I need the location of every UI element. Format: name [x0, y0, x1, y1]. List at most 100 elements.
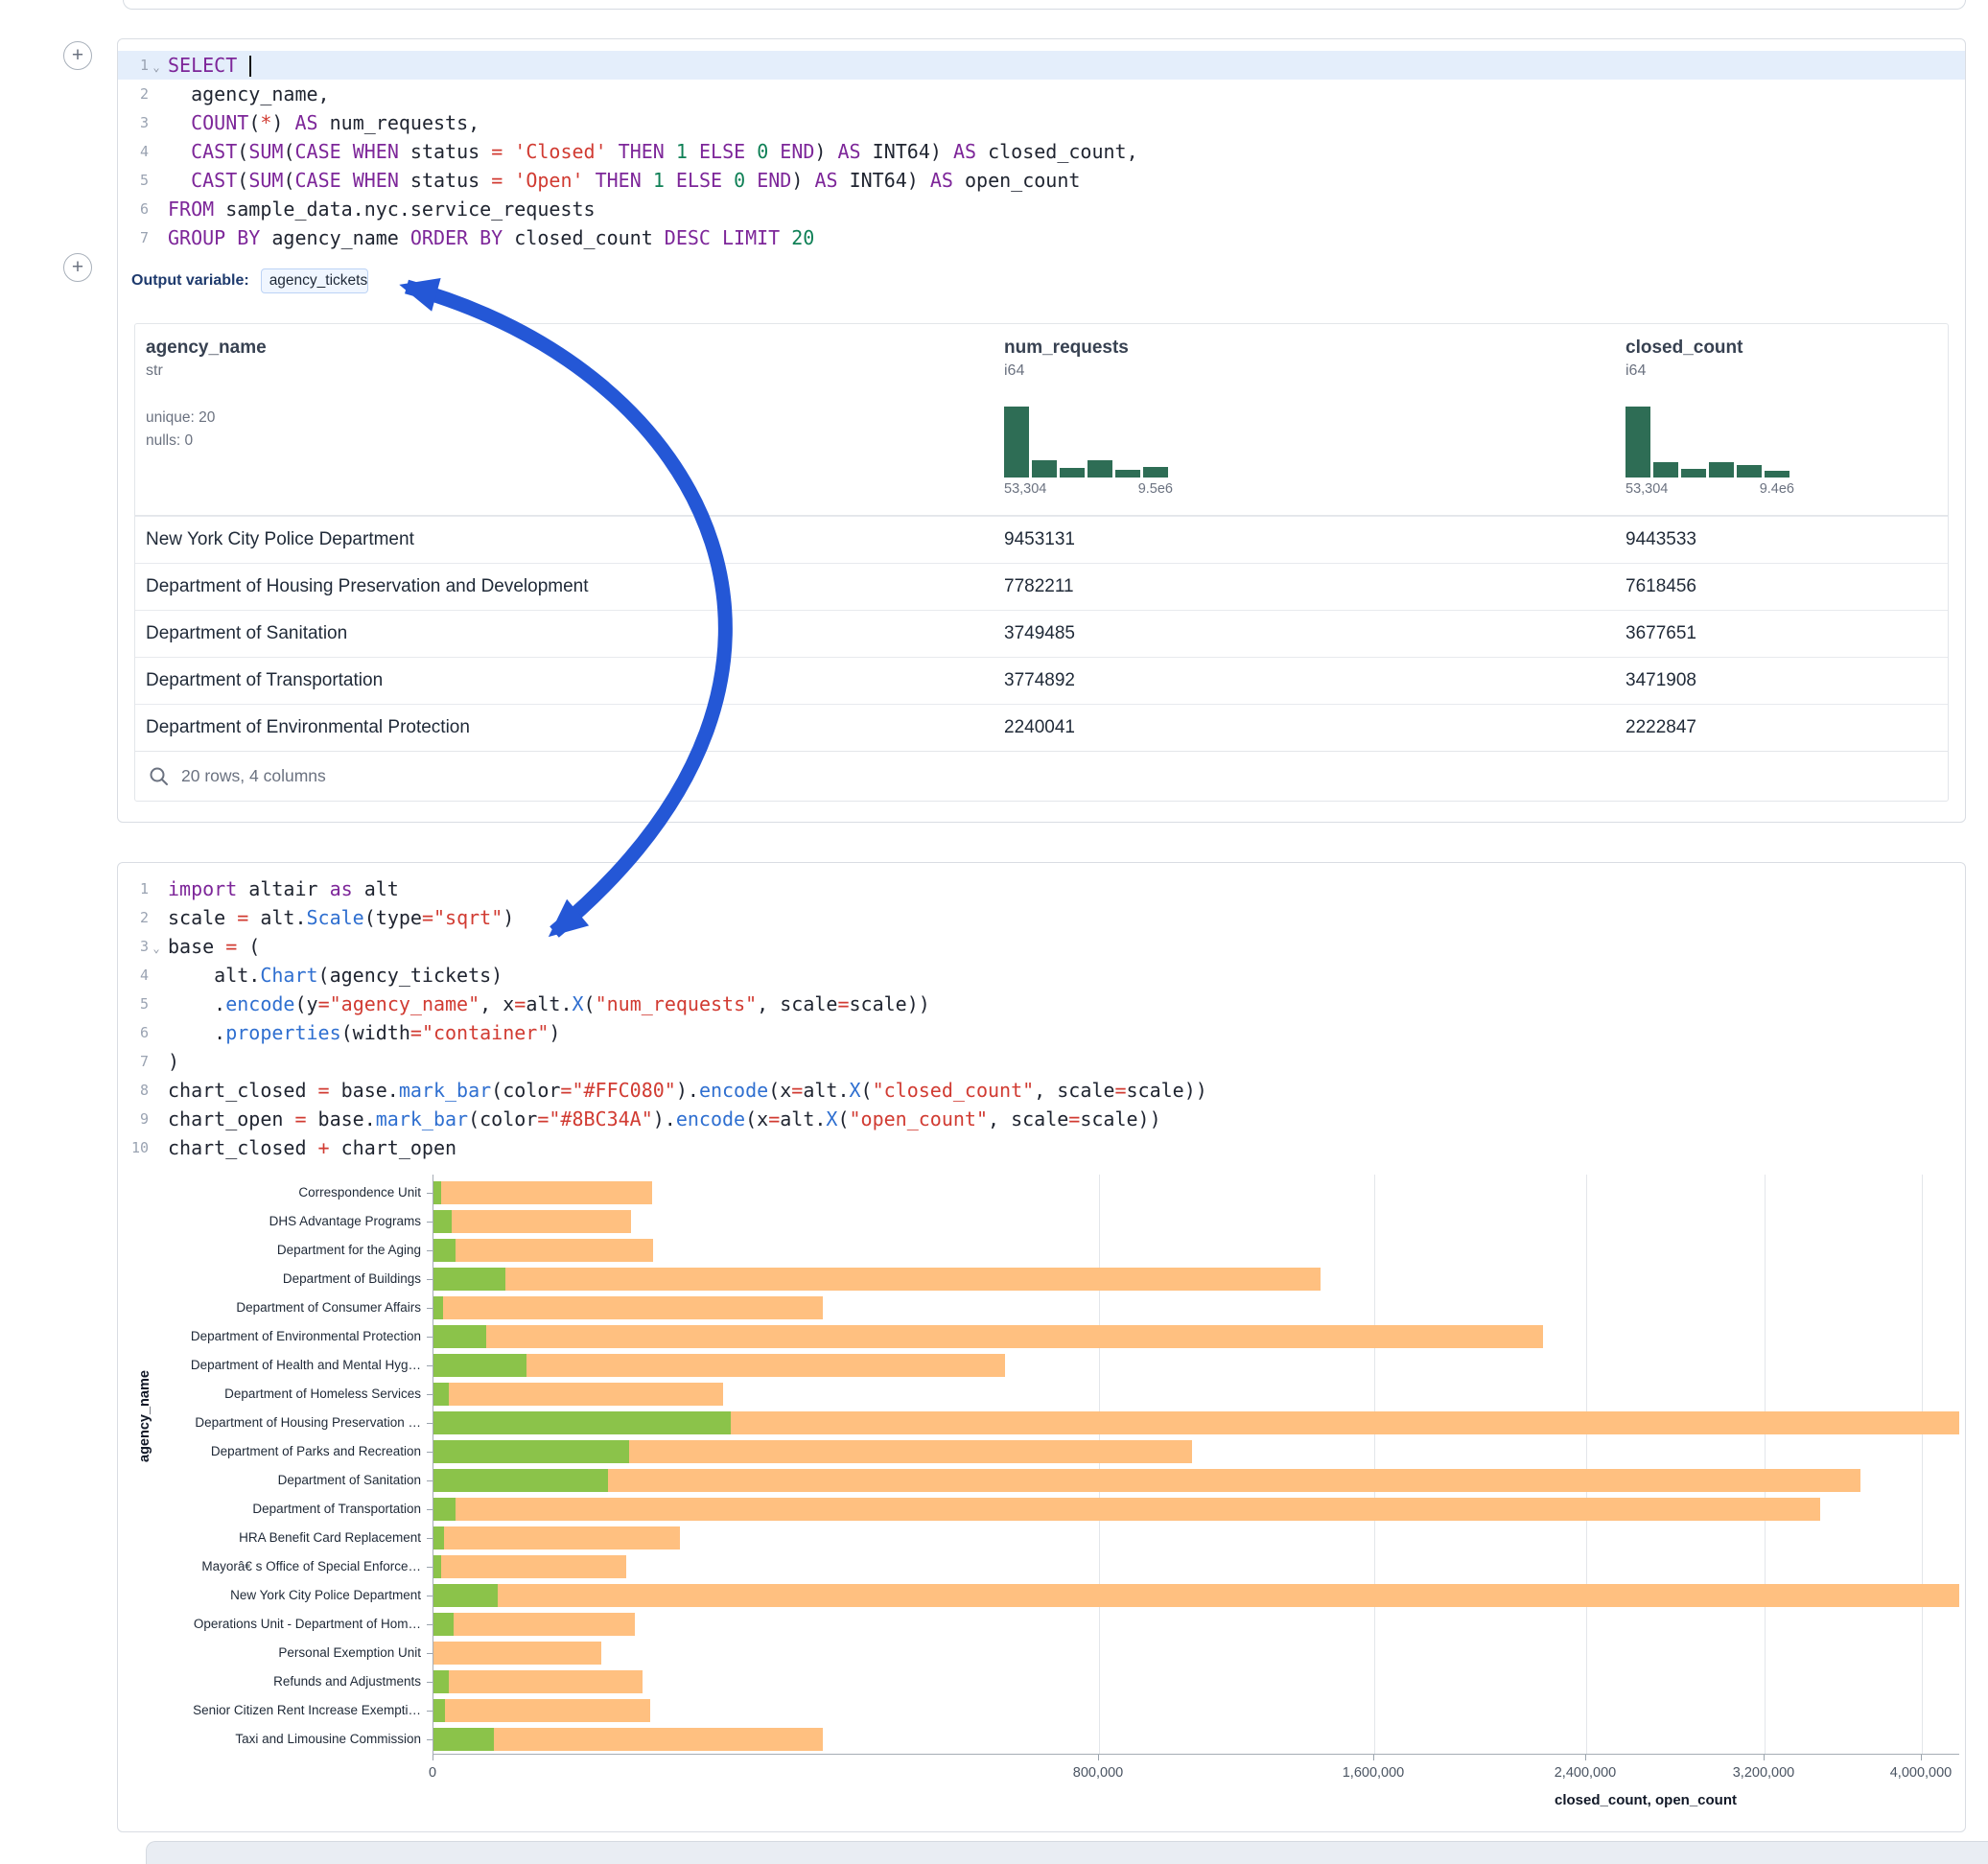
bar-closed [433, 1670, 643, 1693]
search-icon[interactable] [149, 766, 170, 787]
x-axis-tick-label: 2,400,000 [1518, 1765, 1652, 1781]
code-line[interactable]: 2 agency_name, [118, 80, 1965, 108]
column-header[interactable]: num_requestsi6453,3049.5e6 [994, 324, 1615, 515]
fold-spacer [149, 1060, 164, 1063]
code-line[interactable]: 7) [118, 1047, 1965, 1076]
y-axis-tick [427, 1682, 433, 1683]
histogram-bar [1709, 462, 1734, 478]
table-header: agency_namestrunique: 20nulls: 0num_requ… [135, 324, 1948, 516]
bar-closed [433, 1268, 1321, 1291]
histogram-labels: 53,3049.5e6 [1004, 481, 1173, 497]
code-line[interactable]: 7GROUP BY agency_name ORDER BY closed_co… [118, 223, 1965, 252]
python-code-editor[interactable]: 1import altair as alt2scale = alt.Scale(… [118, 874, 1965, 1162]
plot-area [433, 1175, 1959, 1754]
column-histogram: 53,3049.4e6 [1625, 407, 1794, 497]
column-header[interactable]: closed_counti6453,3049.4e6 [1615, 324, 1948, 515]
code-text: COUNT(*) AS num_requests, [168, 111, 479, 134]
y-axis-tick [427, 1365, 433, 1366]
python-cell: 1import altair as alt2scale = alt.Scale(… [117, 862, 1966, 1832]
code-line[interactable]: 9chart_open = base.mark_bar(color="#8BC3… [118, 1105, 1965, 1133]
code-text: import altair as alt [168, 877, 399, 900]
code-line[interactable]: 6 .properties(width="container") [118, 1018, 1965, 1047]
y-axis-tick-label: Department of Sanitation [118, 1472, 421, 1489]
y-axis-tick-label: HRA Benefit Card Replacement [118, 1529, 421, 1547]
bar-closed [433, 1555, 626, 1578]
x-axis-line [433, 1754, 1959, 1755]
y-axis-tick-label: DHS Advantage Programs [118, 1213, 421, 1230]
y-axis-tick [427, 1739, 433, 1740]
output-variable-chip[interactable]: agency_tickets [261, 268, 368, 293]
previous-cell-edge [123, 0, 1966, 10]
table-row[interactable]: Department of Transportation377489234719… [135, 657, 1948, 704]
x-axis-tick-label: 0 [365, 1765, 500, 1781]
bar-open [433, 1699, 445, 1722]
sql-code-editor[interactable]: 1⌄SELECT 2 agency_name,3 COUNT(*) AS num… [118, 51, 1965, 252]
bar-open [433, 1498, 456, 1521]
code-line[interactable]: 4 alt.Chart(agency_tickets) [118, 961, 1965, 990]
column-header[interactable]: agency_namestrunique: 20nulls: 0 [135, 324, 994, 515]
gridline [1374, 1175, 1375, 1754]
column-histogram: 53,3049.5e6 [1004, 407, 1173, 497]
code-line[interactable]: 3⌄base = ( [118, 932, 1965, 961]
histogram-bars [1004, 407, 1173, 478]
bar-open [433, 1469, 608, 1492]
code-line[interactable]: 6FROM sample_data.nyc.service_requests [118, 195, 1965, 223]
histogram-bar [1681, 469, 1706, 478]
x-axis-tick [1098, 1755, 1099, 1760]
code-line[interactable]: 8chart_closed = base.mark_bar(color="#FF… [118, 1076, 1965, 1105]
code-line[interactable]: 4 CAST(SUM(CASE WHEN status = 'Closed' T… [118, 137, 1965, 166]
x-axis-tick [1585, 1755, 1586, 1760]
bar-open [433, 1239, 456, 1262]
fold-spacer [149, 1117, 164, 1121]
table-cell: 7782211 [994, 576, 1615, 597]
bar-open [433, 1354, 526, 1377]
output-variable-row: Output variable: agency_tickets [131, 268, 1965, 294]
code-line[interactable]: 5 CAST(SUM(CASE WHEN status = 'Open' THE… [118, 166, 1965, 195]
y-axis-tick-label: Department of Homeless Services [118, 1386, 421, 1403]
gridline [1922, 1175, 1923, 1754]
y-axis-tick-label: Department of Consumer Affairs [118, 1299, 421, 1316]
add-cell-button[interactable]: + [63, 41, 92, 70]
code-line[interactable]: 1⌄SELECT [118, 51, 1965, 80]
y-axis-tick [427, 1711, 433, 1712]
y-axis-tick-label: Mayorâ€ s Office of Special Enforce… [118, 1558, 421, 1575]
fold-spacer [149, 121, 164, 125]
line-number: 7 [118, 1053, 149, 1070]
table-row[interactable]: Department of Sanitation37494853677651 [135, 610, 1948, 657]
histogram-bar [1653, 462, 1678, 478]
bar-open [433, 1584, 498, 1607]
bar-open [433, 1268, 505, 1291]
code-line[interactable]: 3 COUNT(*) AS num_requests, [118, 108, 1965, 137]
bar-open [433, 1728, 494, 1751]
y-axis-tick [427, 1250, 433, 1251]
histogram-bars [1625, 407, 1794, 478]
fold-spacer [149, 178, 164, 182]
table-cell: Department of Sanitation [135, 623, 994, 644]
code-line[interactable]: 10chart_closed + chart_open [118, 1133, 1965, 1162]
fold-spacer [149, 1002, 164, 1006]
line-number: 3 [118, 938, 149, 955]
y-axis-tick-label: Operations Unit - Department of Hom… [118, 1616, 421, 1633]
table-row[interactable]: Department of Housing Preservation and D… [135, 563, 1948, 610]
code-text: scale = alt.Scale(type="sqrt") [168, 906, 514, 929]
code-text: SELECT [168, 54, 251, 78]
table-row[interactable]: New York City Police Department945313194… [135, 516, 1948, 563]
histogram-bar [1143, 467, 1168, 478]
code-line[interactable]: 1import altair as alt [118, 874, 1965, 903]
fold-chevron-icon[interactable]: ⌄ [149, 57, 164, 74]
fold-chevron-icon[interactable]: ⌄ [149, 938, 164, 955]
histogram-bar [1625, 407, 1650, 478]
add-cell-button[interactable]: + [63, 253, 92, 282]
histogram-bar [1115, 470, 1140, 478]
x-axis-title: closed_count, open_count [1444, 1792, 1847, 1808]
code-line[interactable]: 5 .encode(y="agency_name", x=alt.X("num_… [118, 990, 1965, 1018]
code-line[interactable]: 2scale = alt.Scale(type="sqrt") [118, 903, 1965, 932]
y-axis-tick [427, 1480, 433, 1481]
y-axis-tick [427, 1279, 433, 1280]
x-axis-tick-label: 4,000,000 [1854, 1765, 1988, 1781]
fold-spacer [149, 150, 164, 153]
y-axis-tick-label: Personal Exemption Unit [118, 1644, 421, 1662]
line-number: 4 [118, 967, 149, 984]
table-row[interactable]: Department of Environmental Protection22… [135, 704, 1948, 751]
table-cell: Department of Housing Preservation and D… [135, 576, 994, 597]
